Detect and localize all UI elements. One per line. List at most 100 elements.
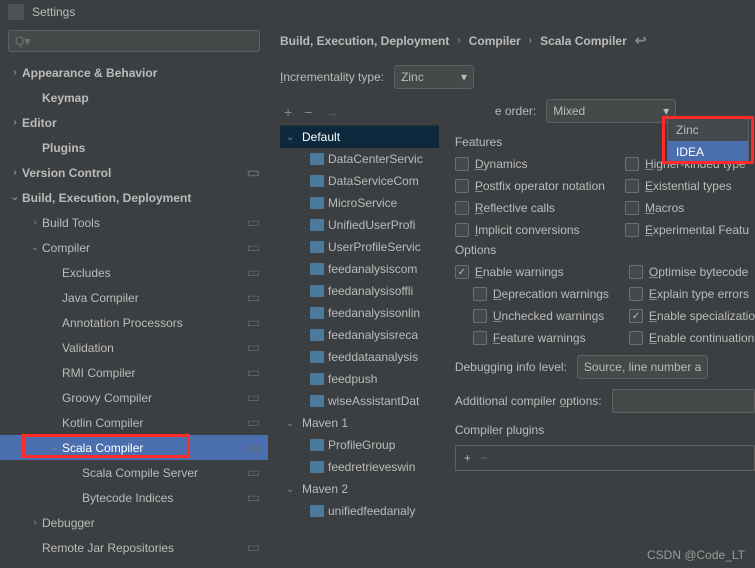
checkbox-icon[interactable]: ✓ [629, 309, 643, 323]
checkbox-icon[interactable]: ✓ [455, 265, 469, 279]
add-icon[interactable]: + [284, 104, 292, 120]
expand-icon[interactable]: › [8, 167, 22, 178]
checkbox-icon[interactable] [625, 157, 639, 171]
sidebar-item[interactable]: Validation▭ [0, 335, 268, 360]
module-item[interactable]: feedretrieveswin [280, 456, 439, 478]
expand-icon[interactable]: ⌄ [286, 418, 298, 429]
crumb[interactable]: Scala Compiler [540, 34, 627, 48]
checkbox-row[interactable]: Enable continuation [629, 331, 755, 345]
sidebar-item[interactable]: Annotation Processors▭ [0, 310, 268, 335]
sidebar-item[interactable]: ›Version Control▭ [0, 160, 268, 185]
sidebar-item[interactable]: Keymap [0, 85, 268, 110]
module-group[interactable]: ⌄Default [280, 126, 439, 148]
checkbox-row[interactable]: Feature warnings [473, 331, 609, 345]
sidebar-item[interactable]: ›Editor [0, 110, 268, 135]
checkbox-row[interactable]: Reflective calls [455, 201, 605, 215]
module-item[interactable]: DataCenterServic [280, 148, 439, 170]
reset-icon[interactable]: ↩ [635, 32, 647, 49]
expand-icon[interactable]: › [28, 217, 42, 228]
checkbox-icon[interactable] [455, 157, 469, 171]
remove-icon[interactable]: − [481, 451, 488, 465]
sidebar-item[interactable]: Groovy Compiler▭ [0, 385, 268, 410]
sidebar-item[interactable]: ⌄Build, Execution, Deployment [0, 185, 268, 210]
compile-order-combo[interactable]: Mixed ▾ [546, 99, 676, 123]
module-item[interactable]: UserProfileServic [280, 236, 439, 258]
module-item[interactable]: ProfileGroup [280, 434, 439, 456]
module-item[interactable]: MicroService [280, 192, 439, 214]
checkbox-icon[interactable] [629, 331, 643, 345]
checkbox-row[interactable]: Explain type errors [629, 287, 755, 301]
move-icon[interactable]: → [324, 104, 338, 120]
checkbox-icon[interactable] [625, 201, 639, 215]
module-item[interactable]: feeddataanalysis [280, 346, 439, 368]
sidebar-item[interactable]: Plugins [0, 135, 268, 160]
module-item[interactable]: UnifiedUserProfi [280, 214, 439, 236]
additional-options-input[interactable] [612, 389, 755, 413]
module-item[interactable]: wiseAssistantDat [280, 390, 439, 412]
sidebar-item[interactable]: ›Appearance & Behavior [0, 60, 268, 85]
checkbox-row[interactable]: Existential types [625, 179, 749, 193]
checkbox-row[interactable]: Postfix operator notation [455, 179, 605, 193]
crumb[interactable]: Compiler [469, 34, 521, 48]
expand-icon[interactable]: ⌄ [8, 192, 22, 203]
sidebar-item[interactable]: ⌄Scala Compiler▭ [0, 435, 268, 460]
sidebar-item[interactable]: Java Compiler▭ [0, 285, 268, 310]
sidebar-item[interactable]: Excludes▭ [0, 260, 268, 285]
checkbox-row[interactable]: Optimise bytecode [629, 265, 755, 279]
checkbox-row[interactable]: Deprecation warnings [473, 287, 609, 301]
expand-icon[interactable]: ⌄ [286, 484, 298, 495]
expand-icon[interactable]: › [8, 67, 22, 78]
module-group[interactable]: ⌄Maven 2 [280, 478, 439, 500]
checkbox-row[interactable]: ✓Enable warnings [455, 265, 609, 279]
expand-icon[interactable]: › [28, 517, 42, 528]
checkbox-icon[interactable] [629, 265, 643, 279]
sidebar-item[interactable]: ›Build Tools▭ [0, 210, 268, 235]
module-item[interactable]: unifiedfeedanaly [280, 500, 439, 522]
checkbox-row[interactable]: Unchecked warnings [473, 309, 609, 323]
sidebar-item[interactable]: Scala Compile Server▭ [0, 460, 268, 485]
checkbox-icon[interactable] [455, 201, 469, 215]
incrementality-dropdown[interactable]: Zinc IDEA [667, 118, 749, 164]
checkbox-icon[interactable] [629, 287, 643, 301]
checkbox-icon[interactable] [455, 223, 469, 237]
module-item[interactable]: feedanalysiscom [280, 258, 439, 280]
sidebar-item[interactable]: Kotlin Compiler▭ [0, 410, 268, 435]
sidebar-item[interactable]: RMI Compiler▭ [0, 360, 268, 385]
module-item[interactable]: feedanalysisreca [280, 324, 439, 346]
search-input[interactable] [8, 30, 260, 52]
checkbox-label: Experimental Featu [645, 223, 749, 237]
expand-icon[interactable]: › [8, 117, 22, 128]
remove-icon[interactable]: − [304, 104, 312, 120]
checkbox-row[interactable]: Macros [625, 201, 749, 215]
checkbox-icon[interactable] [473, 287, 487, 301]
module-item[interactable]: feedanalysisonlin [280, 302, 439, 324]
module-item[interactable]: DataServiceCom [280, 170, 439, 192]
dropdown-option-zinc[interactable]: Zinc [668, 119, 748, 141]
checkbox-row[interactable]: Dynamics [455, 157, 605, 171]
incrementality-combo[interactable]: Zinc ▾ [394, 65, 474, 89]
sidebar-item[interactable]: ⌄Compiler▭ [0, 235, 268, 260]
debugging-combo[interactable]: Source, line number a [577, 355, 708, 379]
sidebar-item[interactable]: Remote Jar Repositories▭ [0, 535, 268, 560]
module-item[interactable]: feedpush [280, 368, 439, 390]
sidebar-item[interactable]: ›Debugger [0, 510, 268, 535]
checkbox-icon[interactable] [625, 179, 639, 193]
checkbox-row[interactable]: ✓Enable specializatio [629, 309, 755, 323]
expand-icon[interactable]: ⌄ [28, 242, 42, 253]
expand-icon[interactable]: ⌄ [48, 442, 62, 453]
settings-tree[interactable]: ›Appearance & BehaviorKeymap›EditorPlugi… [0, 58, 268, 568]
checkbox-row[interactable]: Implicit conversions [455, 223, 605, 237]
checkbox-icon[interactable] [473, 331, 487, 345]
module-group[interactable]: ⌄Maven 1 [280, 412, 439, 434]
checkbox-icon[interactable] [455, 179, 469, 193]
crumb[interactable]: Build, Execution, Deployment [280, 34, 449, 48]
expand-icon[interactable]: ⌄ [286, 132, 298, 143]
dropdown-option-idea[interactable]: IDEA [668, 141, 748, 163]
module-item[interactable]: feedanalysisoffli [280, 280, 439, 302]
sidebar-item[interactable]: Bytecode Indices▭ [0, 485, 268, 510]
add-icon[interactable]: + [464, 451, 471, 465]
checkbox-icon[interactable] [473, 309, 487, 323]
checkbox-icon[interactable] [625, 223, 639, 237]
checkbox-row[interactable]: Experimental Featu [625, 223, 749, 237]
module-tree[interactable]: ⌄DefaultDataCenterServicDataServiceComMi… [280, 125, 439, 522]
